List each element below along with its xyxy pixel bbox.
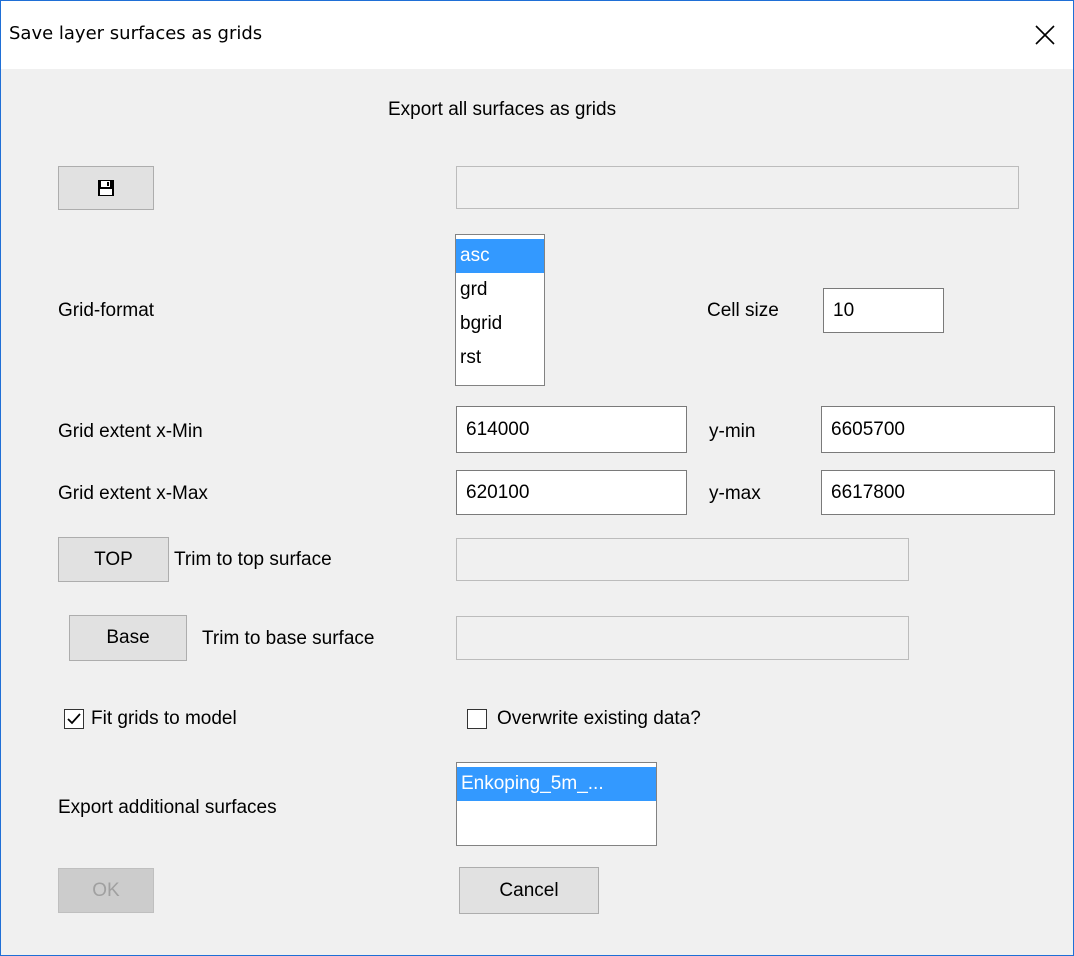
additional-surfaces-listbox[interactable]: Enkoping_5m_... (456, 762, 657, 846)
top-button[interactable]: TOP (58, 537, 169, 582)
save-button[interactable] (58, 166, 154, 210)
base-surface-field[interactable] (456, 616, 909, 660)
additional-surface-item[interactable]: Enkoping_5m_... (457, 767, 656, 801)
x-max-label: Grid extent x-Max (58, 483, 208, 504)
ok-button[interactable]: OK (58, 868, 154, 913)
fit-grids-label: Fit grids to model (91, 708, 237, 729)
output-path-field[interactable] (456, 166, 1019, 209)
dialog-heading: Export all surfaces as grids (388, 99, 617, 120)
additional-surfaces-label: Export additional surfaces (58, 797, 277, 818)
grid-format-label: Grid-format (58, 300, 155, 321)
grid-format-option-grd[interactable]: grd (456, 273, 544, 307)
x-min-label: Grid extent x-Min (58, 421, 203, 442)
grid-format-listbox[interactable]: asc grd bgrid rst (455, 234, 545, 386)
cell-size-label: Cell size (707, 300, 779, 321)
fit-grids-checkbox[interactable] (64, 709, 84, 729)
top-surface-field[interactable] (456, 538, 909, 581)
floppy-disk-icon (98, 180, 114, 196)
close-button[interactable] (1017, 1, 1073, 69)
y-max-label: y-max (709, 483, 761, 504)
x-min-field[interactable]: 614000 (456, 406, 687, 453)
dialog-window: Save layer surfaces as grids Export all … (0, 0, 1074, 956)
grid-format-option-bgrid[interactable]: bgrid (456, 307, 544, 341)
close-icon (1035, 25, 1055, 45)
title-bar: Save layer surfaces as grids (1, 1, 1073, 69)
base-button[interactable]: Base (69, 615, 187, 661)
y-max-field[interactable]: 6617800 (821, 470, 1055, 515)
grid-format-option-asc[interactable]: asc (456, 239, 544, 273)
overwrite-checkbox[interactable] (467, 709, 487, 729)
cell-size-field[interactable]: 10 (823, 288, 944, 333)
trim-base-label: Trim to base surface (202, 628, 375, 649)
checkmark-icon (67, 713, 81, 725)
cancel-button[interactable]: Cancel (459, 867, 599, 914)
y-min-field[interactable]: 6605700 (821, 406, 1055, 453)
overwrite-label: Overwrite existing data? (497, 708, 701, 729)
x-max-field[interactable]: 620100 (456, 470, 687, 515)
trim-top-label: Trim to top surface (174, 549, 332, 570)
grid-format-option-rst[interactable]: rst (456, 341, 544, 375)
y-min-label: y-min (709, 421, 756, 442)
window-title: Save layer surfaces as grids (9, 23, 263, 44)
